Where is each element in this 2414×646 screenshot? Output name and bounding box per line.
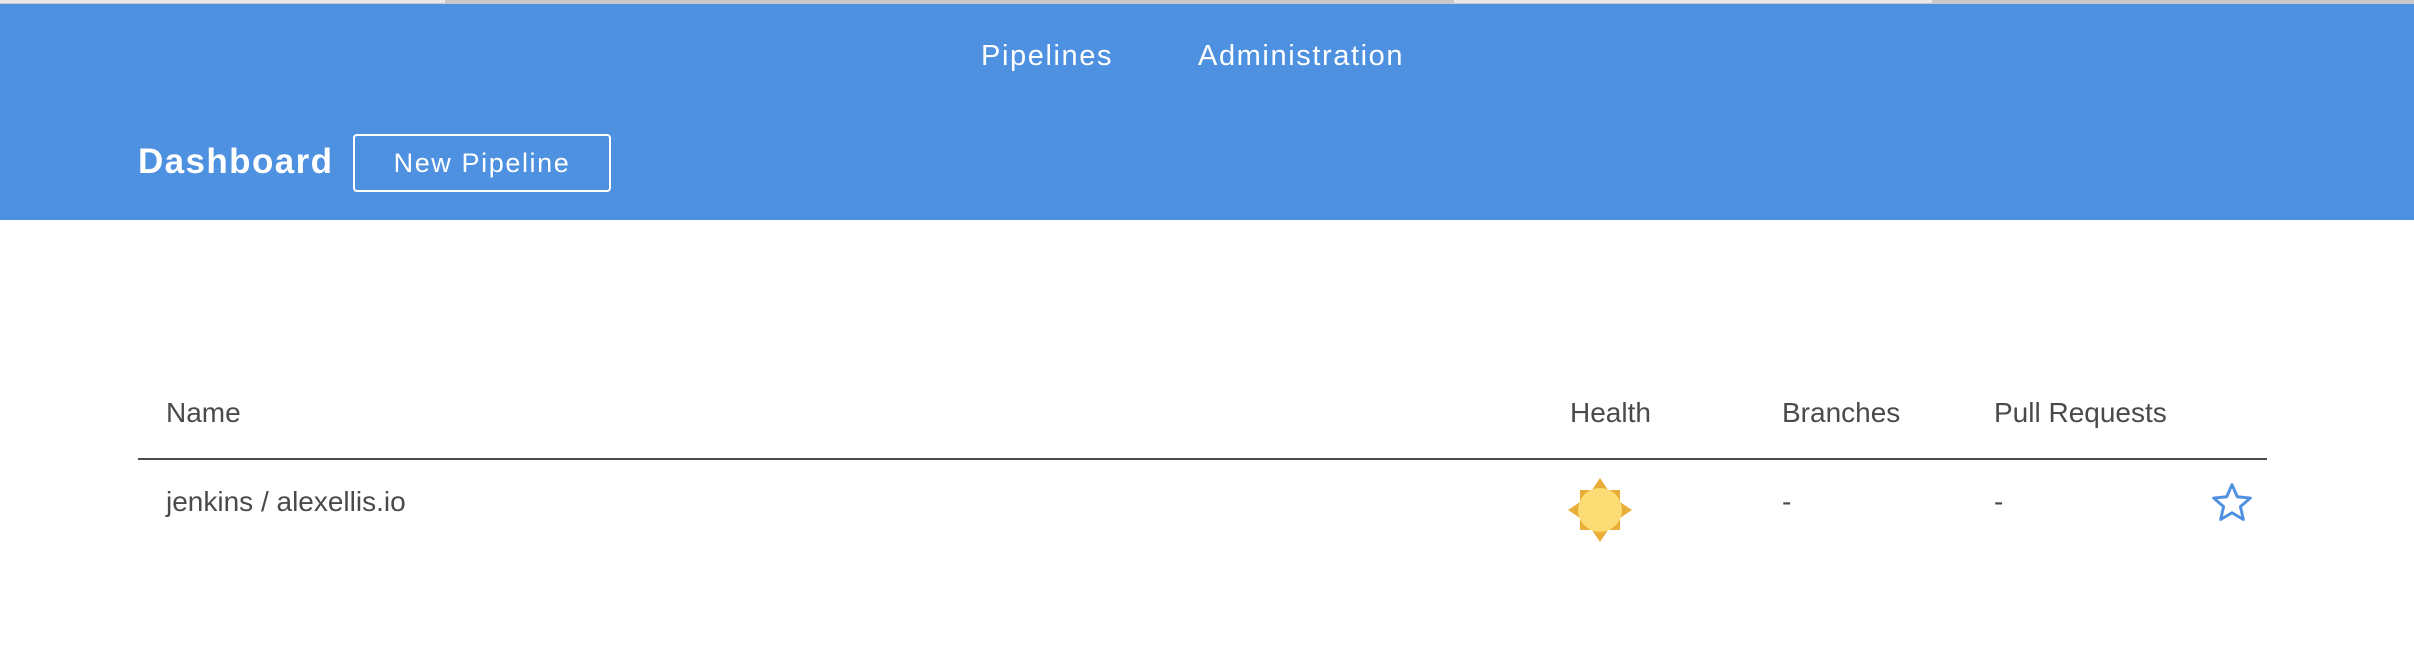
column-header-name[interactable]: Name: [166, 393, 241, 433]
app-header: Pipelines Administration Dashboard New P…: [0, 4, 2414, 220]
star-outline-icon[interactable]: [2210, 481, 2254, 525]
table-row[interactable]: jenkins / alexellis.io - -: [138, 460, 2267, 560]
tab-strip-segment: [0, 0, 445, 3]
column-header-branches[interactable]: Branches: [1782, 393, 1900, 433]
column-header-health[interactable]: Health: [1570, 393, 1651, 433]
branches-count: -: [1782, 486, 1792, 517]
nav-link-administration[interactable]: Administration: [1198, 34, 1404, 78]
pull-requests-count: -: [1994, 486, 2004, 517]
top-nav: Pipelines Administration: [0, 34, 2414, 78]
nav-link-pipelines[interactable]: Pipelines: [981, 34, 1113, 78]
tab-strip-segment: [1454, 0, 1932, 3]
page-title: Dashboard: [138, 142, 334, 181]
pipeline-name-link[interactable]: jenkins / alexellis.io: [166, 482, 406, 522]
new-pipeline-button[interactable]: New Pipeline: [353, 134, 611, 192]
sunny-weather-icon: [1568, 478, 1632, 542]
column-header-pull-requests[interactable]: Pull Requests: [1994, 393, 2167, 433]
table-header: Name Health Branches Pull Requests: [138, 370, 2267, 460]
pipelines-table: Name Health Branches Pull Requests jenki…: [138, 370, 2267, 560]
